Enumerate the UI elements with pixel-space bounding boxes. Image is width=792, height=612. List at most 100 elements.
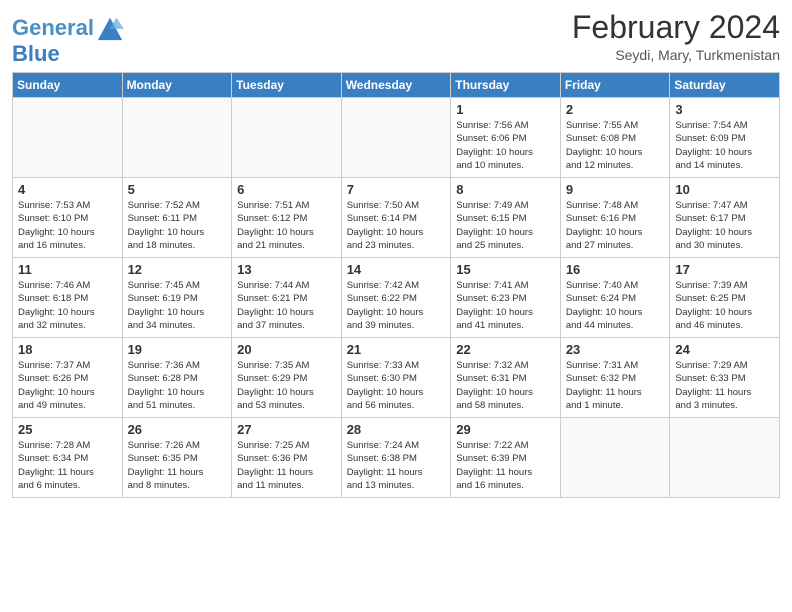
calendar-cell <box>670 418 780 498</box>
day-info: Sunrise: 7:39 AM Sunset: 6:25 PM Dayligh… <box>675 279 774 332</box>
day-number: 28 <box>347 422 446 437</box>
calendar-cell: 9Sunrise: 7:48 AM Sunset: 6:16 PM Daylig… <box>560 178 670 258</box>
day-header-tuesday: Tuesday <box>232 73 342 98</box>
calendar-cell: 23 Sunrise: 7:31 AM Sunset: 6:32 PM Dayli… <box>560 338 670 418</box>
day-number: 24 <box>675 342 774 357</box>
day-number: 1 <box>456 102 555 117</box>
calendar-cell <box>122 98 232 178</box>
day-number: 23 <box>566 342 665 357</box>
day-info: Sunrise: 7:44 AM Sunset: 6:21 PM Dayligh… <box>237 279 336 332</box>
calendar-week-row: 11 Sunrise: 7:46 AM Sunset: 6:18 PM Dayli… <box>13 258 780 338</box>
day-header-saturday: Saturday <box>670 73 780 98</box>
calendar-cell: 2Sunrise: 7:55 AM Sunset: 6:08 PM Daylig… <box>560 98 670 178</box>
calendar-cell: 16 Sunrise: 7:40 AM Sunset: 6:24 PM Dayli… <box>560 258 670 338</box>
day-header-thursday: Thursday <box>451 73 561 98</box>
day-number: 7 <box>347 182 446 197</box>
calendar-cell: 17 Sunrise: 7:39 AM Sunset: 6:25 PM Dayli… <box>670 258 780 338</box>
calendar-cell: 24 Sunrise: 7:29 AM Sunset: 6:33 PM Dayli… <box>670 338 780 418</box>
calendar-cell: 22Sunrise: 7:32 AM Sunset: 6:31 PM Dayli… <box>451 338 561 418</box>
calendar-cell: 20 Sunrise: 7:35 AM Sunset: 6:29 PM Dayli… <box>232 338 342 418</box>
day-number: 3 <box>675 102 774 117</box>
day-number: 6 <box>237 182 336 197</box>
day-number: 11 <box>18 262 117 277</box>
day-info: Sunrise: 7:40 AM Sunset: 6:24 PM Dayligh… <box>566 279 665 332</box>
calendar-cell: 8 Sunrise: 7:49 AM Sunset: 6:15 PM Daylig… <box>451 178 561 258</box>
day-info: Sunrise: 7:32 AM Sunset: 6:31 PM Dayligh… <box>456 359 555 412</box>
calendar-cell <box>341 98 451 178</box>
subtitle: Seydi, Mary, Turkmenistan <box>572 47 780 63</box>
calendar-table: SundayMondayTuesdayWednesdayThursdayFrid… <box>12 72 780 498</box>
logo-text: General <box>12 16 94 40</box>
header: General Blue February 2024 Seydi, Mary, … <box>12 10 780 66</box>
calendar-week-row: 18 Sunrise: 7:37 AM Sunset: 6:26 PM Dayli… <box>13 338 780 418</box>
day-number: 18 <box>18 342 117 357</box>
day-info: Sunrise: 7:52 AM Sunset: 6:11 PM Dayligh… <box>128 199 227 252</box>
calendar-cell: 26Sunrise: 7:26 AM Sunset: 6:35 PM Dayli… <box>122 418 232 498</box>
calendar-cell: 12 Sunrise: 7:45 AM Sunset: 6:19 PM Dayli… <box>122 258 232 338</box>
calendar-cell: 21 Sunrise: 7:33 AM Sunset: 6:30 PM Dayli… <box>341 338 451 418</box>
day-info: Sunrise: 7:31 AM Sunset: 6:32 PM Dayligh… <box>566 359 665 412</box>
calendar-cell: 3 Sunrise: 7:54 AM Sunset: 6:09 PM Daylig… <box>670 98 780 178</box>
day-header-wednesday: Wednesday <box>341 73 451 98</box>
day-number: 25 <box>18 422 117 437</box>
day-header-friday: Friday <box>560 73 670 98</box>
calendar-cell: 4 Sunrise: 7:53 AM Sunset: 6:10 PM Daylig… <box>13 178 123 258</box>
day-info: Sunrise: 7:28 AM Sunset: 6:34 PM Dayligh… <box>18 439 117 492</box>
day-info: Sunrise: 7:55 AM Sunset: 6:08 PM Dayligh… <box>566 119 665 172</box>
day-info: Sunrise: 7:24 AM Sunset: 6:38 PM Dayligh… <box>347 439 446 492</box>
calendar-cell: 28 Sunrise: 7:24 AM Sunset: 6:38 PM Dayli… <box>341 418 451 498</box>
day-number: 8 <box>456 182 555 197</box>
day-number: 5 <box>128 182 227 197</box>
calendar-cell: 6 Sunrise: 7:51 AM Sunset: 6:12 PM Daylig… <box>232 178 342 258</box>
title-block: February 2024 Seydi, Mary, Turkmenistan <box>572 10 780 63</box>
day-number: 9 <box>566 182 665 197</box>
day-number: 10 <box>675 182 774 197</box>
day-info: Sunrise: 7:45 AM Sunset: 6:19 PM Dayligh… <box>128 279 227 332</box>
day-number: 20 <box>237 342 336 357</box>
calendar-week-row: 1 Sunrise: 7:56 AM Sunset: 6:06 PM Daylig… <box>13 98 780 178</box>
calendar-cell <box>13 98 123 178</box>
calendar-cell: 18 Sunrise: 7:37 AM Sunset: 6:26 PM Dayli… <box>13 338 123 418</box>
logo-icon <box>96 14 124 42</box>
day-number: 15 <box>456 262 555 277</box>
day-number: 14 <box>347 262 446 277</box>
day-header-monday: Monday <box>122 73 232 98</box>
day-info: Sunrise: 7:54 AM Sunset: 6:09 PM Dayligh… <box>675 119 774 172</box>
day-number: 16 <box>566 262 665 277</box>
calendar-cell: 19Sunrise: 7:36 AM Sunset: 6:28 PM Dayli… <box>122 338 232 418</box>
calendar-cell: 13Sunrise: 7:44 AM Sunset: 6:21 PM Dayli… <box>232 258 342 338</box>
logo-line2: Blue <box>12 42 124 66</box>
calendar-cell: 29Sunrise: 7:22 AM Sunset: 6:39 PM Dayli… <box>451 418 561 498</box>
day-number: 19 <box>128 342 227 357</box>
calendar-week-row: 25 Sunrise: 7:28 AM Sunset: 6:34 PM Dayli… <box>13 418 780 498</box>
calendar-cell: 5 Sunrise: 7:52 AM Sunset: 6:11 PM Daylig… <box>122 178 232 258</box>
day-info: Sunrise: 7:53 AM Sunset: 6:10 PM Dayligh… <box>18 199 117 252</box>
day-info: Sunrise: 7:51 AM Sunset: 6:12 PM Dayligh… <box>237 199 336 252</box>
day-number: 21 <box>347 342 446 357</box>
day-info: Sunrise: 7:56 AM Sunset: 6:06 PM Dayligh… <box>456 119 555 172</box>
day-number: 26 <box>128 422 227 437</box>
day-number: 27 <box>237 422 336 437</box>
day-info: Sunrise: 7:47 AM Sunset: 6:17 PM Dayligh… <box>675 199 774 252</box>
day-number: 17 <box>675 262 774 277</box>
calendar-cell <box>232 98 342 178</box>
calendar-header-row: SundayMondayTuesdayWednesdayThursdayFrid… <box>13 73 780 98</box>
day-number: 4 <box>18 182 117 197</box>
calendar-cell: 27Sunrise: 7:25 AM Sunset: 6:36 PM Dayli… <box>232 418 342 498</box>
calendar-cell: 1 Sunrise: 7:56 AM Sunset: 6:06 PM Daylig… <box>451 98 561 178</box>
calendar-cell: 25 Sunrise: 7:28 AM Sunset: 6:34 PM Dayli… <box>13 418 123 498</box>
day-info: Sunrise: 7:49 AM Sunset: 6:15 PM Dayligh… <box>456 199 555 252</box>
calendar-cell: 14 Sunrise: 7:42 AM Sunset: 6:22 PM Dayli… <box>341 258 451 338</box>
day-info: Sunrise: 7:33 AM Sunset: 6:30 PM Dayligh… <box>347 359 446 412</box>
day-info: Sunrise: 7:46 AM Sunset: 6:18 PM Dayligh… <box>18 279 117 332</box>
day-info: Sunrise: 7:37 AM Sunset: 6:26 PM Dayligh… <box>18 359 117 412</box>
day-info: Sunrise: 7:29 AM Sunset: 6:33 PM Dayligh… <box>675 359 774 412</box>
calendar-cell: 15Sunrise: 7:41 AM Sunset: 6:23 PM Dayli… <box>451 258 561 338</box>
day-info: Sunrise: 7:42 AM Sunset: 6:22 PM Dayligh… <box>347 279 446 332</box>
day-info: Sunrise: 7:35 AM Sunset: 6:29 PM Dayligh… <box>237 359 336 412</box>
calendar-week-row: 4 Sunrise: 7:53 AM Sunset: 6:10 PM Daylig… <box>13 178 780 258</box>
calendar-cell: 10 Sunrise: 7:47 AM Sunset: 6:17 PM Dayli… <box>670 178 780 258</box>
main-title: February 2024 <box>572 10 780 45</box>
logo: General Blue <box>12 14 124 66</box>
day-number: 12 <box>128 262 227 277</box>
